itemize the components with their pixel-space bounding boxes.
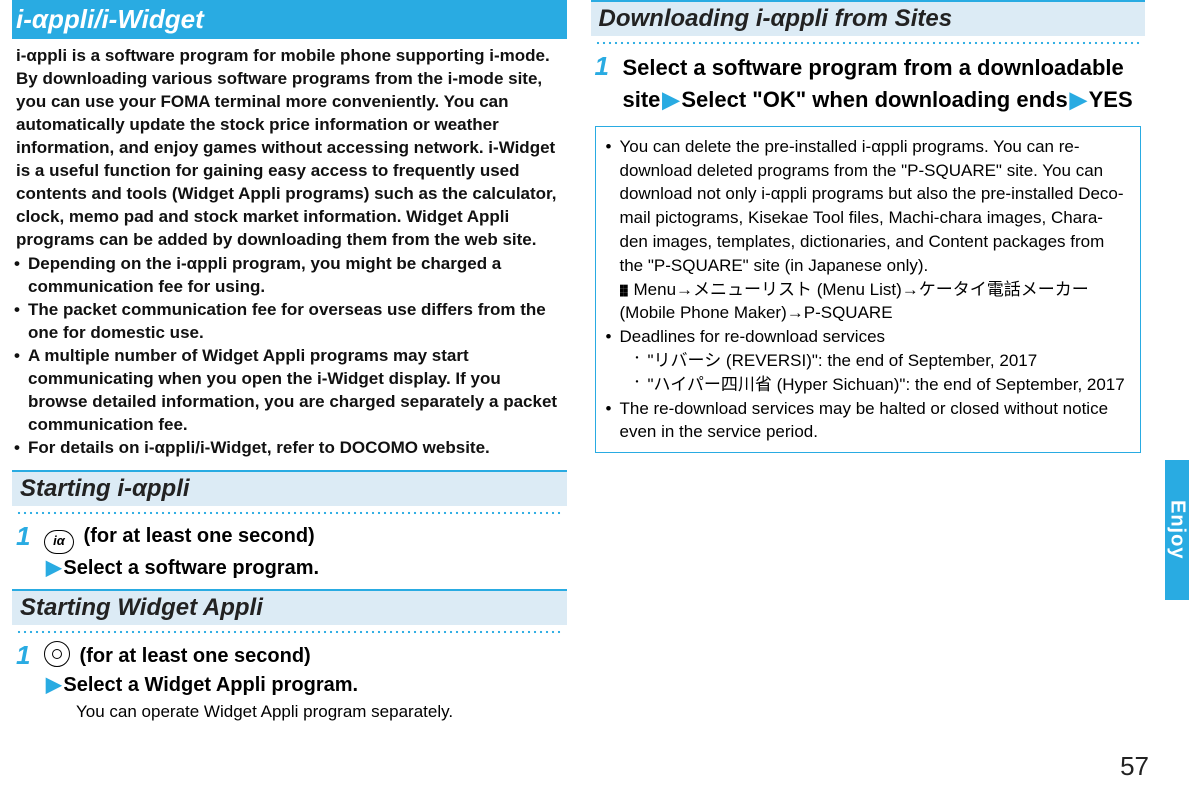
page-number: 57 bbox=[1120, 751, 1149, 782]
box-text: You can delete the pre-installed i-αppli… bbox=[620, 137, 1124, 275]
box-subitem: "ハイパー四川省 (Hyper Sichuan)": the end of Se… bbox=[648, 373, 1125, 397]
play-arrow-icon: ▶ bbox=[662, 87, 679, 112]
step-text: Select a software program. bbox=[63, 557, 319, 579]
intro-bullets: •Depending on the i-αppli program, you m… bbox=[12, 253, 567, 463]
box-text: The re-download services may be halted o… bbox=[620, 397, 1131, 445]
i-alpha-key-icon: iα bbox=[44, 530, 74, 554]
play-arrow-icon: ▶ bbox=[1070, 87, 1087, 112]
step-text: (for at least one second) bbox=[74, 645, 311, 667]
step-number: 1 bbox=[595, 52, 623, 116]
step-number: 1 bbox=[16, 641, 44, 725]
menu-path: Menu→メニューリスト (Menu List)→ケータイ電話メーカー (Mob… bbox=[620, 280, 1089, 323]
box-text: Deadlines for re-download services bbox=[620, 327, 886, 346]
step-note: You can operate Widget Appli program sep… bbox=[44, 700, 453, 725]
info-box: • You can delete the pre-installed i-αpp… bbox=[595, 126, 1142, 453]
play-arrow-icon: ▶ bbox=[46, 674, 61, 696]
box-subitem: "リバーシ (REVERSI)": the end of September, … bbox=[648, 349, 1038, 373]
bullet-text: The packet communication fee for oversea… bbox=[28, 299, 563, 345]
step-text: (for at least one second) bbox=[78, 525, 315, 547]
play-arrow-icon: ▶ bbox=[46, 557, 61, 579]
main-heading: i-αppli/i-Widget bbox=[12, 0, 567, 39]
divider bbox=[16, 510, 563, 516]
bullet-text: Depending on the i-αppli program, you mi… bbox=[28, 253, 563, 299]
divider bbox=[16, 629, 563, 635]
section-heading-starting-widget: Starting Widget Appli bbox=[12, 589, 567, 625]
section-heading-starting-iappli: Starting i-αppli bbox=[12, 470, 567, 506]
step-text: YES bbox=[1089, 87, 1133, 112]
step-number: 1 bbox=[16, 522, 44, 583]
divider bbox=[595, 40, 1142, 46]
navigation-ring-icon bbox=[44, 641, 70, 667]
bullet-text: A multiple number of Widget Appli progra… bbox=[28, 345, 563, 437]
intro-paragraph: i-αppli is a software program for mobile… bbox=[12, 45, 567, 253]
step-text: Select a Widget Appli program. bbox=[63, 674, 358, 696]
bullet-text: For details on i-αppli/i-Widget, refer t… bbox=[28, 437, 490, 460]
side-tab: Enjoy bbox=[1165, 460, 1189, 600]
menu-grid-icon: ■■■■■■ bbox=[620, 285, 632, 296]
section-heading-downloading: Downloading i-αppli from Sites bbox=[591, 0, 1146, 36]
step-text: Select "OK" when downloading ends bbox=[681, 87, 1067, 112]
